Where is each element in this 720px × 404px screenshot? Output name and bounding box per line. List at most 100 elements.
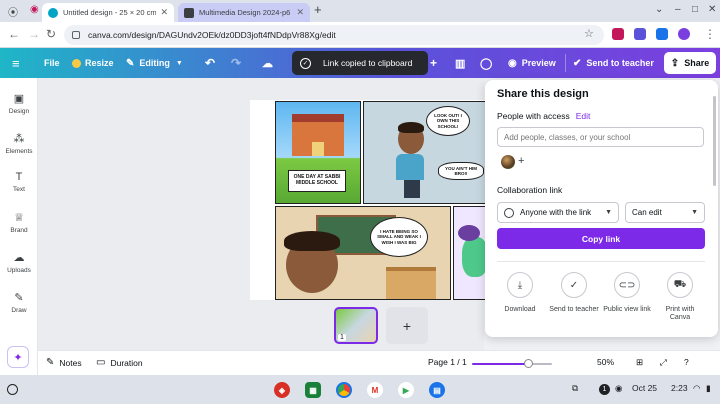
add-people-input[interactable] (497, 127, 704, 147)
toast-text: Link copied to clipboard (323, 58, 413, 68)
pages-grid-icon[interactable]: ⊞ (636, 357, 643, 368)
undo-icon[interactable]: ↶ (205, 48, 215, 78)
notes-button[interactable]: ✎ Notes (46, 357, 82, 368)
add-icon[interactable]: + (430, 48, 437, 78)
profile-icon[interactable] (678, 28, 690, 40)
tab-multimedia-design[interactable]: Multimedia Design 2024-p6 6 ✕ (178, 3, 310, 22)
comic-panel-sad-kid[interactable]: I HATE BEING SO SMALL AND WEAK I WISH I … (275, 206, 451, 300)
back-icon[interactable]: ← (8, 27, 20, 41)
classroom-icon[interactable]: ▦ (305, 382, 321, 398)
forward-icon[interactable]: → (28, 27, 40, 41)
collaboration-link-label: Collaboration link (497, 185, 563, 195)
minimize-icon[interactable]: – (675, 4, 681, 15)
screen-capture-icon[interactable]: ⧉ (572, 383, 578, 394)
public-view-link-action[interactable]: ⊂⊃ Public view link (602, 272, 652, 314)
page-scrollbar[interactable] (713, 96, 716, 186)
header-divider (565, 54, 566, 72)
chevron-down-icon: ▼ (605, 209, 612, 216)
app-badge-icon[interactable]: ◉ (30, 4, 39, 15)
notification-badge[interactable]: 1 (599, 384, 610, 395)
star-icon[interactable]: ☆ (584, 27, 594, 40)
page-thumbnail[interactable]: 1 (334, 307, 378, 344)
close-tab-icon[interactable]: ✕ (160, 7, 168, 18)
tab-search-icon[interactable]: ⌄ (655, 4, 663, 15)
edit-access-link[interactable]: Edit (576, 111, 591, 121)
school-illustration (292, 114, 344, 156)
new-tab-icon[interactable]: + (314, 2, 322, 17)
duration-button[interactable]: ▭ Duration (96, 357, 143, 368)
sidebar-item-text[interactable]: T Text (0, 171, 38, 193)
record-icon[interactable]: ⦿ (8, 4, 18, 19)
page-indicator[interactable]: Page 1 / 1 (428, 357, 467, 367)
site-info-icon[interactable] (72, 31, 80, 39)
cloud-save-icon[interactable]: ☁ (262, 48, 273, 78)
files-icon[interactable]: ▤ (429, 382, 445, 398)
help-icon[interactable]: ? (684, 357, 689, 367)
link-access-select[interactable]: Anyone with the link ▼ (497, 202, 619, 223)
battery-icon[interactable]: ▮ (706, 383, 711, 394)
sidebar-item-brand[interactable]: ♕ Brand (0, 211, 38, 234)
copy-link-button[interactable]: Copy link (497, 228, 705, 249)
sidebar-item-label: Design (8, 108, 30, 115)
design-page[interactable]: ONE DAY AT SABBI MIDDLE SCHOOL LOOK OUT!… (250, 100, 490, 300)
file-menu-button[interactable]: File (44, 48, 60, 78)
check-icon: ✓ (300, 57, 311, 69)
add-page-button[interactable]: + (386, 307, 428, 344)
wifi-icon[interactable]: ◠ (693, 383, 700, 394)
download-action[interactable]: ⤓ Download (495, 272, 545, 314)
sidebar-item-draw[interactable]: ✎ Draw (0, 291, 38, 314)
insights-chart-icon[interactable]: ▥ (455, 48, 465, 78)
launcher-icon[interactable] (7, 384, 18, 395)
close-window-icon[interactable]: ✕ (708, 4, 716, 15)
time-display[interactable]: 2:23 (671, 383, 688, 393)
action-label: Public view link (603, 306, 651, 313)
url-field[interactable]: canva.com/design/DAGUndv2OEk/dz0DD3joft4… (64, 25, 604, 45)
extension-icon[interactable] (634, 28, 646, 40)
print-with-canva-action[interactable]: ⛟ Print with Canva (655, 272, 705, 321)
sidebar-item-uploads[interactable]: ☁ Uploads (0, 251, 38, 274)
tab-title: Untitled design - 25 × 20 cm - C (63, 8, 157, 17)
app-icon[interactable]: ◈ (274, 382, 290, 398)
draw-icon: ✎ (14, 292, 24, 304)
globe-icon (504, 207, 514, 218)
gmail-icon[interactable]: M (367, 382, 383, 398)
check-circle-icon: ✔ (573, 57, 582, 69)
sidebar-item-elements[interactable]: ⁂ Elements (0, 132, 38, 155)
maximize-icon[interactable]: □ (692, 4, 698, 15)
os-shelf: ◈ ▦ M ▶ ▤ ⧉ 1 ◉ Oct 25 2:23 ◠ ▮ (0, 375, 720, 404)
notes-label: Notes (59, 357, 82, 368)
extension-icon[interactable] (612, 28, 624, 40)
avatar[interactable] (501, 155, 515, 169)
share-button[interactable]: ⇪ Share (664, 52, 716, 74)
comic-panel-bully[interactable]: LOOK OUT! I OWN THIS SCHOOL! YOU AIN'T H… (363, 101, 490, 204)
sidebar-item-design[interactable]: ▣ Design (0, 92, 38, 115)
people-label: People with access (497, 111, 570, 121)
tab-untitled-design[interactable]: Untitled design - 25 × 20 cm - C ✕ (42, 3, 174, 22)
address-bar-row: ← → ↻ canva.com/design/DAGUndv2OEk/dz0DD… (0, 22, 720, 48)
plus-icon: + (402, 317, 412, 334)
reload-icon[interactable]: ↻ (46, 27, 56, 41)
close-tab-icon[interactable]: ✕ (296, 7, 304, 18)
fullscreen-icon[interactable]: ⤢ (660, 357, 667, 368)
send-to-teacher-action[interactable]: ✓ Send to teacher (549, 272, 599, 314)
send-to-teacher-button[interactable]: ✔ Send to teacher (573, 48, 654, 78)
add-collaborator-icon[interactable]: + (518, 155, 524, 167)
resize-button[interactable]: Resize (72, 48, 114, 78)
preview-button[interactable]: ◉ Preview (508, 48, 556, 78)
canva-favicon-icon (48, 7, 58, 18)
play-store-icon[interactable]: ▶ (398, 382, 414, 398)
zoom-level[interactable]: 50% (597, 357, 614, 367)
hamburger-menu-icon[interactable]: ≡ (12, 48, 20, 78)
comment-icon[interactable]: ◯ (480, 48, 492, 78)
chrome-icon[interactable] (336, 382, 352, 398)
permission-select[interactable]: Can edit ▼ (625, 202, 705, 223)
menu-icon[interactable]: ⋮ (704, 27, 716, 41)
zoom-slider-handle[interactable] (524, 359, 533, 368)
editing-mode-button[interactable]: ✎ Editing ▼ (126, 48, 183, 78)
extension-icon[interactable] (656, 28, 668, 40)
eye-icon[interactable]: ◉ (615, 383, 622, 394)
magic-assistant-button[interactable]: ✦ (7, 346, 29, 368)
redo-icon[interactable]: ↷ (231, 48, 241, 78)
comic-panel-school[interactable]: ONE DAY AT SABBI MIDDLE SCHOOL (275, 101, 361, 204)
date-display[interactable]: Oct 25 (632, 383, 657, 393)
